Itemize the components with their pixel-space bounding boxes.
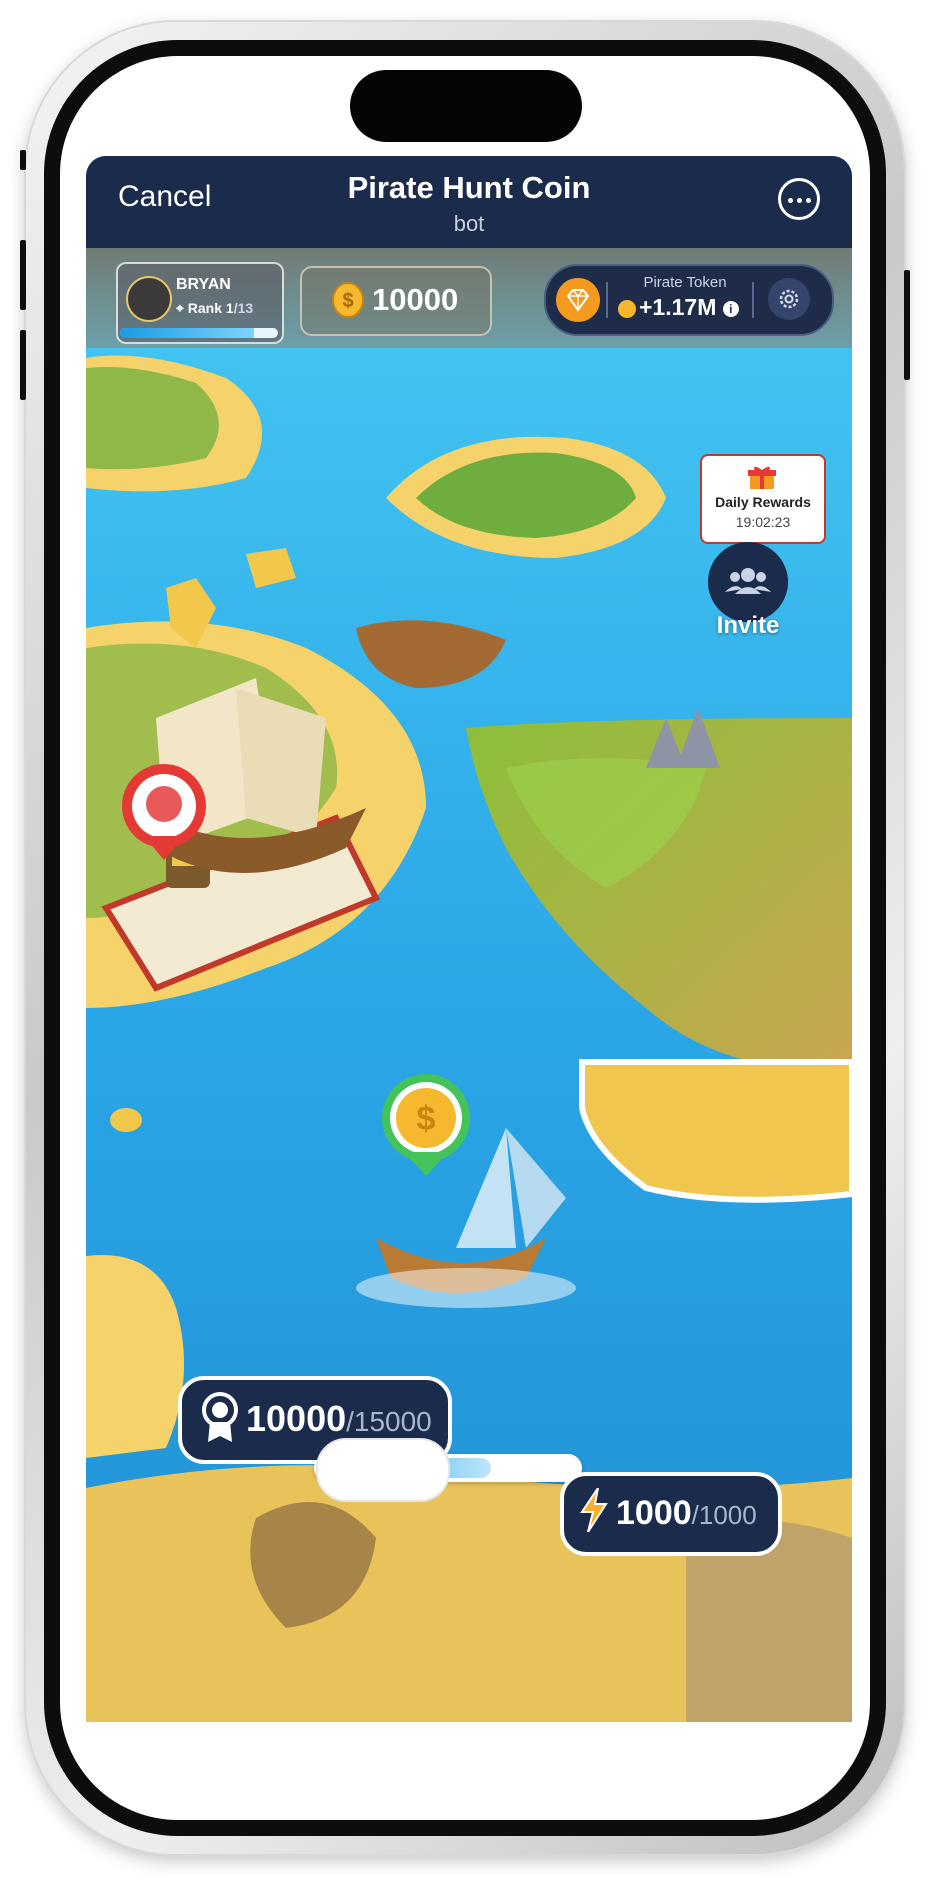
gear-icon[interactable] bbox=[768, 278, 810, 320]
rank-pin-icon: ⌖ bbox=[176, 300, 184, 316]
page-subtitle: bot bbox=[453, 211, 485, 236]
player-rank: ⌖ Rank 1/13 bbox=[176, 300, 253, 317]
more-horizontal-icon bbox=[788, 198, 793, 203]
player-name: BRYAN bbox=[176, 276, 231, 293]
dollar-coin-icon bbox=[618, 299, 636, 318]
more-options-button[interactable] bbox=[778, 178, 820, 220]
svg-text:$: $ bbox=[342, 290, 353, 312]
app-window: Cancel Pirate Hunt Coin bot $ BRYAN ⌖ Ra… bbox=[86, 156, 852, 1722]
rank-label: Rank bbox=[187, 300, 223, 316]
gift-icon bbox=[748, 466, 776, 489]
token-label: Pirate Token bbox=[643, 274, 727, 291]
divider bbox=[606, 282, 608, 318]
daily-rewards-button[interactable]: Daily Rewards 19:02:23 bbox=[700, 454, 826, 544]
energy-value: 1000/1000 bbox=[616, 1494, 757, 1533]
daily-rewards-timer: 19:02:23 bbox=[735, 514, 791, 530]
phone-volume-up bbox=[20, 240, 26, 310]
svg-text:$: $ bbox=[417, 1100, 436, 1138]
token-value: +1.17M i bbox=[618, 294, 739, 321]
daily-rewards-label: Daily Rewards bbox=[715, 494, 811, 510]
divider bbox=[752, 282, 754, 318]
dynamic-island bbox=[350, 70, 582, 142]
lightning-icon bbox=[580, 1488, 608, 1532]
phone-silent-switch bbox=[20, 150, 26, 170]
pirate-avatar-icon bbox=[126, 276, 172, 322]
energy-max: /1000 bbox=[691, 1500, 757, 1530]
home-indicator[interactable] bbox=[316, 1438, 450, 1502]
phone-volume-down bbox=[20, 330, 26, 400]
diamond-icon bbox=[556, 278, 600, 322]
rank-progress-fill bbox=[120, 328, 254, 338]
energy-current: 1000 bbox=[616, 1494, 692, 1532]
rank-total: /13 bbox=[233, 300, 254, 316]
pirate-token-card[interactable]: Pirate Token +1.17M i bbox=[544, 264, 834, 336]
xp-current: 10000 bbox=[246, 1398, 347, 1439]
player-card[interactable]: BRYAN ⌖ Rank 1/13 bbox=[116, 262, 284, 344]
token-amount: +1.17M bbox=[639, 294, 717, 320]
coin-balance: 10000 bbox=[372, 282, 459, 317]
award-ribbon-icon bbox=[202, 1392, 238, 1442]
apple-icon bbox=[146, 786, 182, 822]
xp-max: /15000 bbox=[346, 1406, 432, 1437]
rank-current: 1 bbox=[225, 300, 234, 316]
rank-progress-bar bbox=[120, 328, 278, 338]
coin-balance-card: $ 10000 bbox=[300, 266, 492, 336]
phone-power-button bbox=[904, 270, 910, 380]
xp-value: 10000/15000 bbox=[246, 1398, 432, 1440]
invite-button[interactable] bbox=[708, 542, 788, 622]
hud-top: BRYAN ⌖ Rank 1/13 $ 10000 Pirate Token +… bbox=[86, 248, 852, 348]
info-icon[interactable]: i bbox=[722, 300, 739, 317]
dollar-coin-icon: $ bbox=[332, 282, 364, 318]
nav-bar: Cancel Pirate Hunt Coin bot bbox=[86, 156, 852, 248]
energy-counter: 1000/1000 bbox=[560, 1472, 782, 1556]
page-title: Pirate Hunt Coin bbox=[347, 170, 591, 205]
invite-label: Invite bbox=[716, 612, 780, 639]
